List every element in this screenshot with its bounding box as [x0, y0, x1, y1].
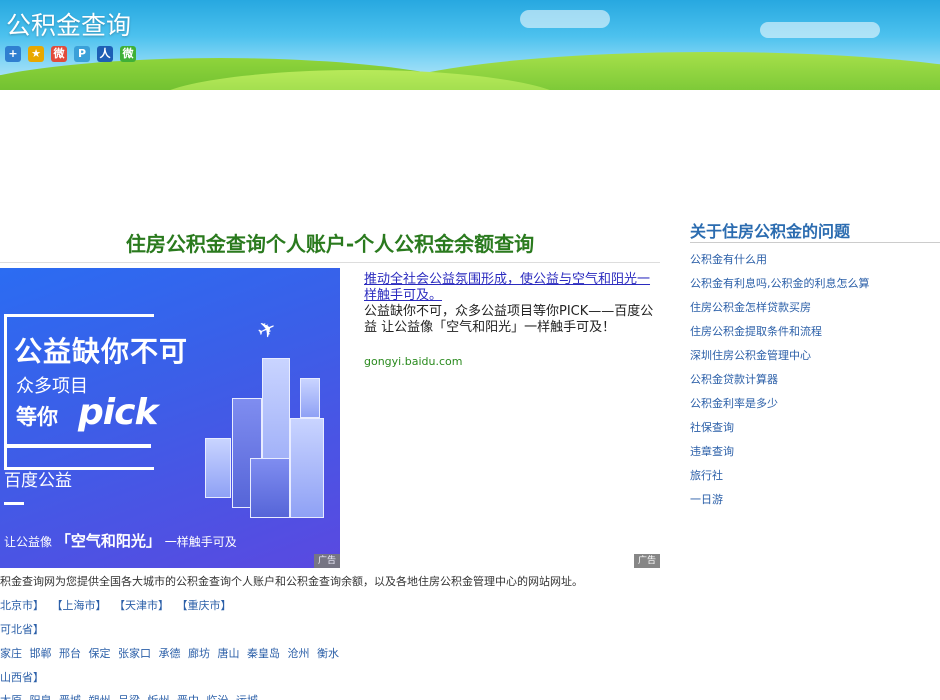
sidebar-link[interactable]: 违章查询	[690, 442, 870, 466]
qzone-star-icon[interactable]: ★	[28, 46, 44, 62]
building-decoration	[300, 378, 320, 418]
site-title[interactable]: 公积金查询	[6, 6, 131, 42]
ad-brand-underline	[4, 502, 24, 505]
tencent-weibo-icon[interactable]: P	[74, 46, 90, 62]
province-heading: 可北省】	[0, 621, 48, 637]
province-heading: 山西省】	[0, 669, 48, 685]
city-link[interactable]: 太原	[0, 694, 22, 700]
municipality-links: 北京市】 【上海市】 【天津市】 【重庆市】	[0, 597, 236, 613]
title-divider	[0, 262, 660, 263]
sidebar-link[interactable]: 住房公积金怎样贷款买房	[690, 298, 870, 322]
province-link[interactable]: 可北省】	[0, 623, 44, 636]
city-link[interactable]: 【天津市】	[114, 599, 169, 612]
building-decoration	[205, 438, 231, 498]
city-link[interactable]: 晋中	[177, 694, 199, 700]
city-link[interactable]: 唐山	[218, 647, 240, 660]
plus-share-icon[interactable]: +	[5, 46, 21, 62]
sidebar-link[interactable]: 社保查询	[690, 418, 870, 442]
city-link[interactable]: 廊坊	[188, 647, 210, 660]
ad-banner-image[interactable]: ✈ 公益缺你不可 众多项目 等你 pick 百度公益 让公益像 「空气和阳光」 …	[0, 268, 340, 568]
building-decoration	[290, 418, 324, 518]
sidebar-link[interactable]: 深圳住房公积金管理中心	[690, 346, 870, 370]
city-link[interactable]: 临汾	[207, 694, 229, 700]
ad-title-link[interactable]: 推动全社会公益氛围形成，使公益与空气和阳光一样触手可及。	[364, 272, 654, 304]
ad-domain[interactable]: gongyi.baidu.com	[364, 355, 462, 368]
sidebar-list: 公积金有什么用 公积金有利息吗,公积金的利息怎么算 住房公积金怎样贷款买房 住房…	[690, 250, 870, 514]
page-title: 住房公积金查询个人账户-个人公积金余额查询	[125, 232, 535, 256]
city-link[interactable]: 衡水	[317, 647, 339, 660]
sidebar-link[interactable]: 公积金利率是多少	[690, 394, 870, 418]
city-link[interactable]: 【上海市】	[52, 599, 107, 612]
city-link[interactable]: 张家口	[118, 647, 151, 660]
city-link[interactable]: 朔州	[89, 694, 111, 700]
weibo-icon[interactable]: 微	[51, 46, 67, 62]
ad-label: 广告	[634, 554, 660, 568]
cloud-decoration	[520, 10, 610, 28]
city-link[interactable]: 阳泉	[30, 694, 52, 700]
ad-underline	[4, 444, 151, 448]
city-link[interactable]: 沧州	[288, 647, 310, 660]
ad-headline: 公益缺你不可	[14, 335, 189, 368]
ad-slogan-bold: 「空气和阳光」	[55, 532, 161, 550]
city-link[interactable]: 忻州	[148, 694, 170, 700]
city-link[interactable]: 吕梁	[118, 694, 140, 700]
share-bar: + ★ 微 P 人 微	[5, 46, 136, 62]
airplane-icon: ✈	[253, 315, 281, 346]
header-banner: 公积金查询 + ★ 微 P 人 微	[0, 0, 940, 90]
renren-icon[interactable]: 人	[97, 46, 113, 62]
ad-subline-2: 等你	[16, 405, 58, 429]
province-city-links: 太原 阳泉 晋城 朔州 吕梁 忻州 晋中 临汾 运城	[0, 692, 262, 700]
wechat-icon[interactable]: 微	[120, 46, 136, 62]
city-link[interactable]: 邯郸	[30, 647, 52, 660]
city-link[interactable]: 承德	[159, 647, 181, 660]
sidebar-divider	[690, 242, 940, 243]
building-decoration	[250, 458, 290, 518]
ad-slogan-prefix: 让公益像	[4, 535, 53, 549]
city-link[interactable]: 运城	[236, 694, 258, 700]
province-city-links: 家庄 邯郸 邢台 保定 张家口 承德 廊坊 唐山 秦皇岛 沧州 衡水	[0, 645, 343, 661]
ad-pick-text: pick	[78, 392, 158, 433]
sidebar-link[interactable]: 公积金有利息吗,公积金的利息怎么算	[690, 274, 870, 298]
city-link[interactable]: 秦皇岛	[247, 647, 280, 660]
ad-brand: 百度公益	[4, 471, 72, 491]
sidebar-title: 关于住房公积金的问题	[690, 222, 851, 241]
city-link[interactable]: 北京市】	[0, 599, 44, 612]
city-link[interactable]: 保定	[89, 647, 111, 660]
province-link[interactable]: 山西省】	[0, 671, 44, 684]
sidebar-link[interactable]: 一日游	[690, 490, 870, 514]
sidebar-link[interactable]: 旅行社	[690, 466, 870, 490]
cloud-decoration	[760, 22, 880, 38]
city-link[interactable]: 邢台	[59, 647, 81, 660]
ad-label: 广告	[314, 554, 340, 568]
city-link[interactable]: 家庄	[0, 647, 22, 660]
intro-text: 积金查询网为您提供全国各大城市的公积金查询个人账户和公积金查询余额，以及各地住房…	[0, 575, 583, 588]
sidebar-link[interactable]: 住房公积金提取条件和流程	[690, 322, 870, 346]
ad-slogan: 让公益像 「空气和阳光」 一样触手可及	[4, 530, 237, 551]
sidebar-link[interactable]: 公积金贷款计算器	[690, 370, 870, 394]
sidebar-link[interactable]: 公积金有什么用	[690, 250, 870, 274]
city-link[interactable]: 晋城	[59, 694, 81, 700]
ad-slogan-suffix: 一样触手可及	[164, 535, 237, 549]
ad-description: 公益缺你不可，众多公益项目等你PICK——百度公益 让公益像「空气和阳光」一样触…	[364, 304, 654, 335]
city-link[interactable]: 【重庆市】	[177, 599, 232, 612]
